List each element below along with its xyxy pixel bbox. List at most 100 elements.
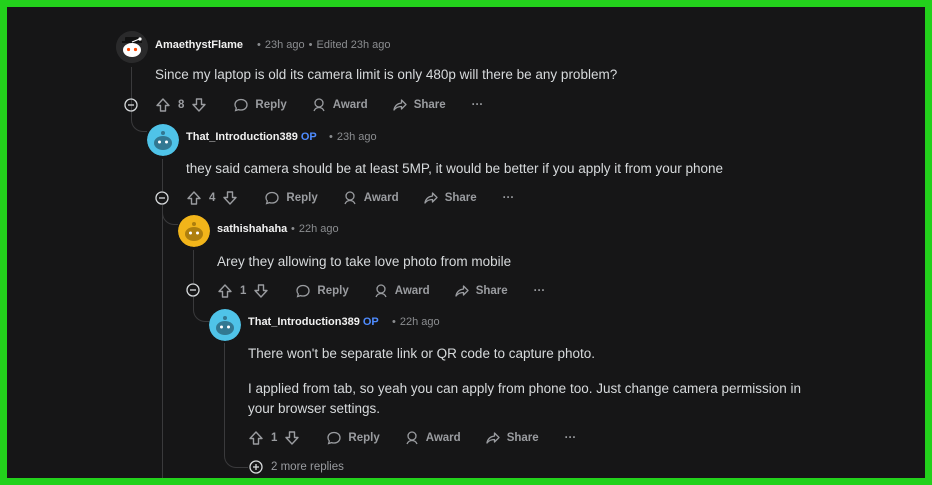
vote-count: 1 [240,285,247,297]
award-button[interactable]: Award [373,283,430,299]
award-icon [342,190,358,206]
more-options-button[interactable]: ··· [565,432,577,444]
share-icon [485,430,501,446]
share-button[interactable]: Share [454,283,508,299]
more-options-button[interactable]: ··· [472,99,484,111]
upvote-icon[interactable] [248,430,264,446]
award-label: Award [332,99,368,111]
collapse-icon [155,191,169,205]
reply-label: Reply [286,192,318,204]
reply-button[interactable]: Reply [233,97,287,113]
reply-button[interactable]: Reply [264,190,318,206]
avatar[interactable] [209,309,241,341]
more-options-button[interactable]: ··· [503,192,515,204]
more-replies-button[interactable]: 2 more replies [249,460,344,474]
collapse-button[interactable] [155,191,169,205]
comment-author[interactable]: That_Introduction389 OP [186,131,317,143]
share-label: Share [475,285,508,297]
avatar[interactable] [116,31,148,63]
comment-thread: AmaethystFlame • 23h ago • Edited 23h ago S… [7,7,925,478]
share-button[interactable]: Share [423,190,477,206]
reply-icon [295,283,311,299]
award-icon [373,283,389,299]
author-name: That_Introduction389 [186,131,298,143]
reply-button[interactable]: Reply [326,430,380,446]
award-button[interactable]: Award [404,430,461,446]
vote-count: 4 [209,192,216,204]
comment-meta: • 22h ago [287,223,339,235]
avatar[interactable] [147,124,179,156]
comment-author[interactable]: That_Introduction389 OP [248,316,379,328]
separator-dot: • [308,39,313,51]
share-label: Share [444,192,477,204]
downvote-icon[interactable] [222,190,238,206]
snoo-avatar-icon [178,215,210,247]
comment-body: Since my laptop is old its camera limit … [155,67,618,82]
op-badge: OP [300,131,317,143]
share-button[interactable]: Share [392,97,446,113]
upvote-icon[interactable] [186,190,202,206]
share-label: Share [506,432,539,444]
separator-dot: • [392,316,396,328]
separator-dot: • [291,223,295,235]
thread-line [193,250,194,283]
more-options-button[interactable]: ··· [534,285,546,297]
award-label: Award [394,285,430,297]
thread-elbow [162,205,178,225]
separator-dot: • [329,131,333,143]
comment-body-paragraph: I applied from tab, so yeah you can appl… [248,381,802,416]
award-label: Award [425,432,461,444]
comment-author[interactable]: sathishahaha [217,223,287,235]
comment-actions: 8 Reply Award Share ··· [155,95,483,115]
reply-label: Reply [348,432,380,444]
author-name: That_Introduction389 [248,316,360,328]
collapse-icon [186,283,200,297]
award-icon [404,430,420,446]
comment-actions: 1 Reply Award Share ··· [217,281,545,301]
downvote-icon[interactable] [253,283,269,299]
comment-actions: 1 Reply Award Share ··· [248,428,576,448]
avatar[interactable] [178,215,210,247]
comment-time: 23h ago [264,39,305,51]
comment-time: 22h ago [298,223,339,235]
comment-time: 23h ago [336,131,377,143]
expand-icon [249,460,263,474]
downvote-icon[interactable] [284,430,300,446]
op-badge: OP [362,316,379,328]
award-button[interactable]: Award [342,190,399,206]
comment-author[interactable]: AmaethystFlame [155,39,243,51]
share-icon [423,190,439,206]
share-button[interactable]: Share [485,430,539,446]
reply-icon [264,190,280,206]
award-button[interactable]: Award [311,97,368,113]
collapse-button[interactable] [186,283,200,297]
share-icon [454,283,470,299]
thread-line [162,159,163,191]
upvote-icon[interactable] [217,283,233,299]
snoo-avatar-icon [209,309,241,341]
snoo-avatar-icon [147,124,179,156]
thread-elbow [224,443,248,468]
comment-body: Arey they allowing to take love photo fr… [217,254,512,269]
reply-icon [326,430,342,446]
vote-count: 8 [178,99,185,111]
award-icon [311,97,327,113]
upvote-icon[interactable] [155,97,171,113]
comment-meta: • 23h ago [325,131,377,143]
share-label: Share [413,99,446,111]
more-replies-label: 2 more replies [271,461,344,473]
comment-meta: • 23h ago • Edited 23h ago [253,39,391,51]
reply-label: Reply [317,285,349,297]
thread-line [224,343,225,443]
reply-icon [233,97,249,113]
vote-count: 1 [271,432,278,444]
reply-button[interactable]: Reply [295,283,349,299]
downvote-icon[interactable] [191,97,207,113]
comment-body: they said camera should be at least 5MP,… [186,161,724,176]
award-label: Award [363,192,399,204]
collapse-button[interactable] [124,98,138,112]
comment-meta: • 22h ago [388,316,440,328]
thread-line [162,205,163,478]
separator-dot: • [257,39,261,51]
snoo-avatar-icon [116,31,148,63]
